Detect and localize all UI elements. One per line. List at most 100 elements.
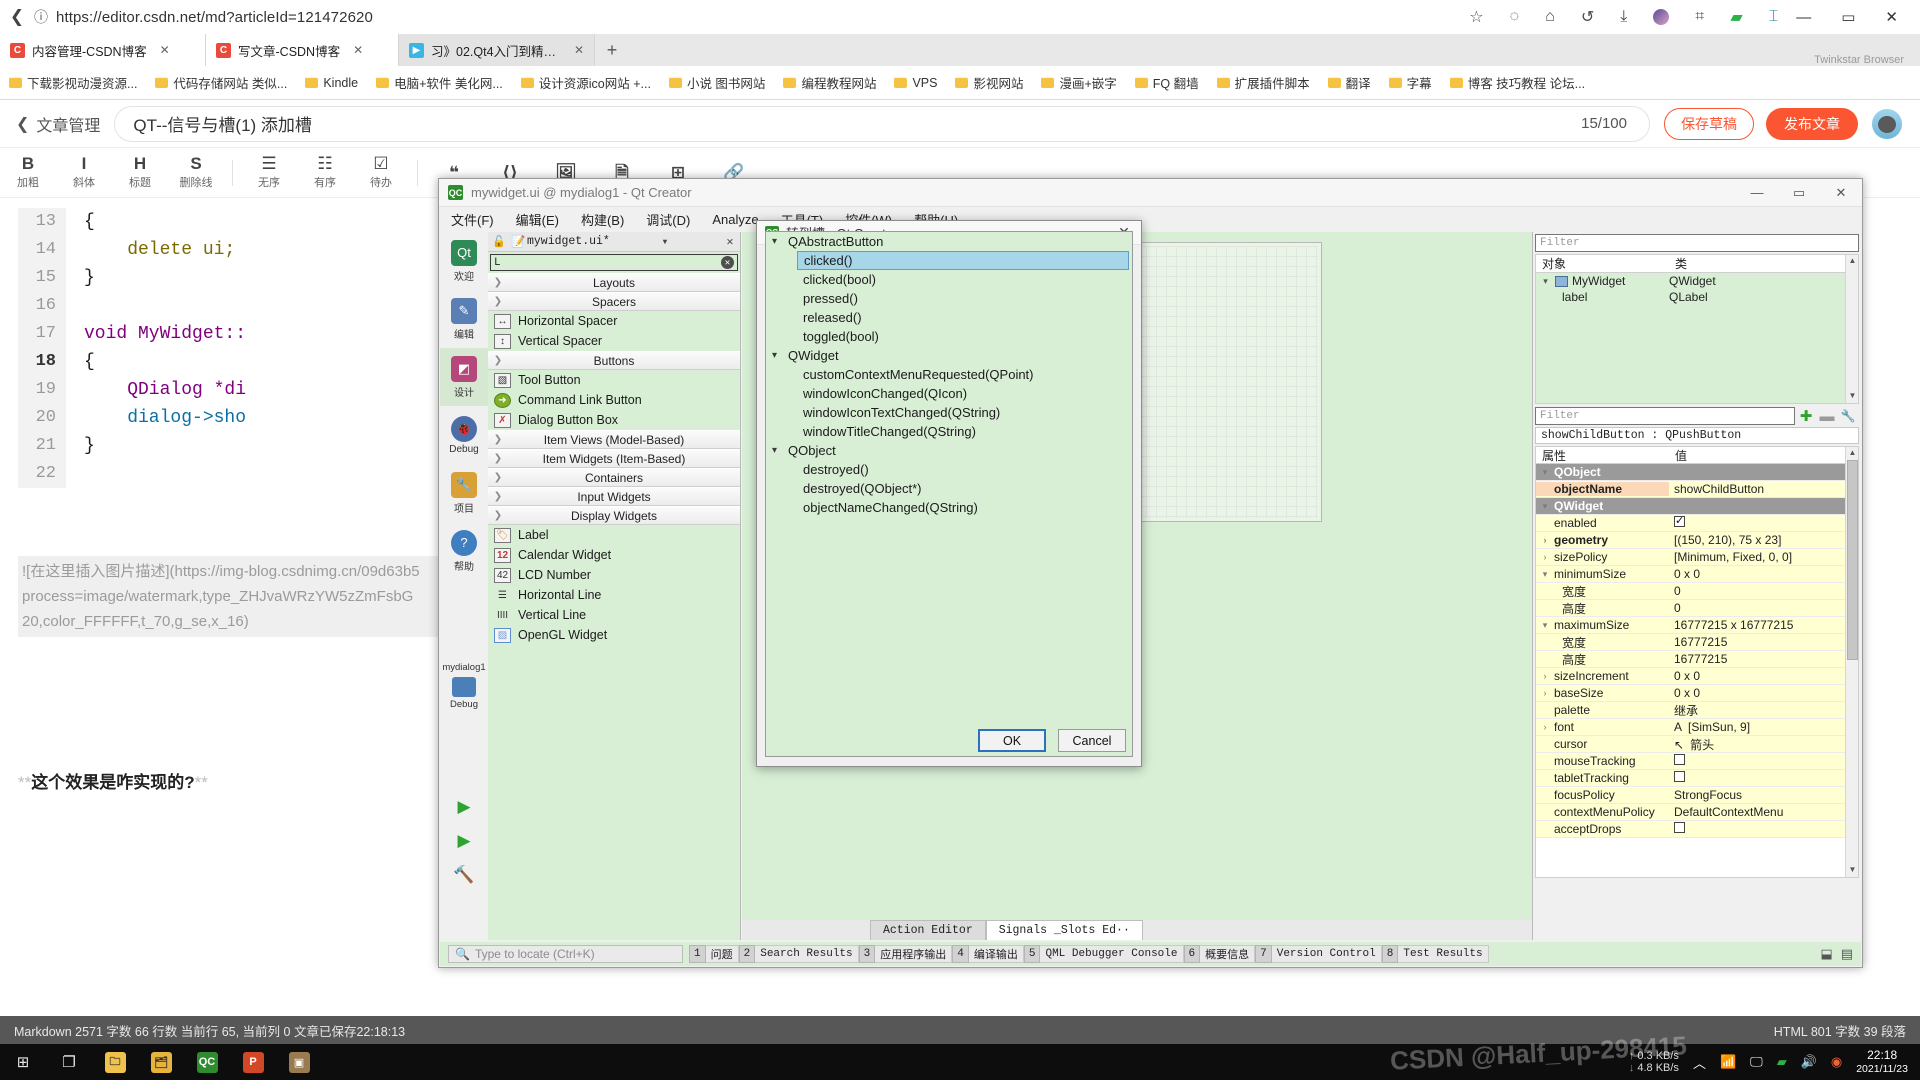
property-maximumsize-width[interactable]: 宽度 16777215: [1536, 634, 1845, 651]
output-pane-problems[interactable]: 1 问题: [689, 945, 739, 963]
bookmark-item[interactable]: 翻译: [1319, 73, 1380, 92]
property-maximumsize[interactable]: ▾ maximumSize 16777215 x 16777215: [1536, 617, 1845, 634]
signal-tree[interactable]: ▾ QAbstractButton clicked() clicked(bool)…: [765, 231, 1133, 757]
chevron-down-icon[interactable]: ▾: [656, 234, 674, 249]
widget-vertical-line[interactable]: IIII Vertical Line: [488, 605, 740, 625]
property-maximumsize-height[interactable]: 高度 16777215: [1536, 651, 1845, 668]
output-pane-summary[interactable]: 6 概要信息: [1183, 945, 1256, 963]
bookmark-item[interactable]: 编程教程网站: [774, 73, 885, 92]
toolbar-bold-button[interactable]: B 加粗: [0, 155, 56, 190]
menu-edit[interactable]: 编辑(E): [516, 210, 559, 229]
chevron-right-icon[interactable]: ›: [1539, 552, 1551, 562]
output-pane-test-results[interactable]: 8 Test Results: [1381, 945, 1489, 963]
bookmark-item[interactable]: 影视网站: [946, 73, 1032, 92]
widgetbox-category-item-widgets[interactable]: ❯ Item Widgets (Item-Based): [488, 449, 740, 468]
widgetbox-category-buttons[interactable]: ❯ Buttons: [488, 351, 740, 370]
bookmark-item[interactable]: 字幕: [1380, 73, 1441, 92]
widgetbox-category-containers[interactable]: ❯ Containers: [488, 468, 740, 487]
back-arrow-icon[interactable]: ❮: [0, 7, 34, 27]
debug-run-icon[interactable]: ▶: [440, 824, 488, 858]
chevron-down-icon[interactable]: ▾: [772, 236, 782, 247]
add-icon[interactable]: ✚: [1795, 407, 1817, 425]
bookmark-item[interactable]: 电脑+软件 美化网...: [367, 73, 512, 92]
property-minimumsize[interactable]: ▾ minimumSize 0 x 0: [1536, 566, 1845, 583]
split-pane-icon[interactable]: ▤: [1841, 946, 1853, 962]
widgetbox-category-item-views[interactable]: ❯ Item Views (Model-Based): [488, 430, 740, 449]
property-editor-scrollbar[interactable]: ▲ ▼: [1845, 447, 1858, 877]
antivirus-icon[interactable]: ◉: [1831, 1054, 1842, 1070]
property-group-qobject[interactable]: ▾ QObject: [1536, 464, 1845, 481]
output-pane-version-control[interactable]: 7 Version Control: [1255, 945, 1382, 963]
tab-action-editor[interactable]: Action Editor: [870, 920, 986, 940]
mode-welcome[interactable]: Qt 欢迎: [440, 232, 488, 290]
property-focuspolicy[interactable]: focusPolicy StrongFocus: [1536, 787, 1845, 804]
cancel-button[interactable]: Cancel: [1058, 729, 1126, 752]
article-title-input[interactable]: QT--信号与槽(1) 添加槽 15/100: [114, 105, 1650, 142]
remove-icon[interactable]: ▬: [1817, 408, 1837, 425]
widgetbox-filter-input[interactable]: L ✕: [490, 254, 738, 271]
close-icon[interactable]: ✕: [1885, 8, 1898, 26]
property-objectname[interactable]: objectName showChildButton: [1536, 481, 1845, 498]
clear-icon[interactable]: ✕: [721, 256, 734, 269]
mode-edit[interactable]: ✎ 编辑: [440, 290, 488, 348]
back-icon[interactable]: ❮: [16, 114, 29, 134]
property-minimumsize-height[interactable]: 高度 0: [1536, 600, 1845, 617]
property-font[interactable]: › font A [SimSun, 9]: [1536, 719, 1845, 736]
profile-icon[interactable]: [1653, 9, 1670, 25]
scroll-down-icon[interactable]: ▼: [1847, 865, 1858, 876]
chevron-right-icon[interactable]: ›: [1539, 688, 1551, 698]
chevron-down-icon[interactable]: ▾: [1539, 467, 1551, 478]
property-value[interactable]: 0: [1669, 584, 1845, 598]
checkbox-enabled[interactable]: [1674, 516, 1685, 527]
bookmark-item[interactable]: 小说 图书网站: [660, 73, 774, 92]
widget-horizontal-line[interactable]: ☰ Horizontal Line: [488, 585, 740, 605]
chevron-down-icon[interactable]: ▾: [1540, 276, 1551, 287]
property-basesize[interactable]: › baseSize 0 x 0: [1536, 685, 1845, 702]
property-sizeincrement[interactable]: › sizeIncrement 0 x 0: [1536, 668, 1845, 685]
chevron-down-icon[interactable]: ▾: [1539, 620, 1551, 631]
toolbar-ordered-list-button[interactable]: ☷ 有序: [297, 155, 353, 190]
toolbar-todo-list-button[interactable]: ☑ 待办: [353, 155, 409, 190]
chevron-up-icon[interactable]: ︿: [1693, 1053, 1706, 1072]
signal-item-pressed[interactable]: pressed(): [766, 289, 1132, 308]
lock-icon[interactable]: 🔓: [488, 235, 510, 249]
property-value[interactable]: showChildButton: [1669, 482, 1845, 496]
qt-creator-window[interactable]: QC mywidget.ui @ mydialog1 - Qt Creator …: [438, 178, 1863, 968]
scroll-down-icon[interactable]: ▼: [1847, 391, 1858, 402]
widgetbox-category-display-widgets[interactable]: ❯ Display Widgets: [488, 506, 740, 525]
history-icon[interactable]: ↺: [1581, 7, 1594, 27]
task-view-icon[interactable]: ❐: [46, 1044, 92, 1080]
property-acceptdrops[interactable]: acceptDrops: [1536, 821, 1845, 838]
chevron-down-icon[interactable]: ▾: [772, 445, 782, 456]
close-icon[interactable]: ✕: [353, 43, 363, 57]
widget-calendar[interactable]: 12 Calendar Widget: [488, 545, 740, 565]
taskbar-app-powerpoint[interactable]: P: [230, 1044, 276, 1080]
widgetbox-category-input-widgets[interactable]: ❯ Input Widgets: [488, 487, 740, 506]
kit-selector[interactable]: mydialog1 Debug: [440, 662, 488, 710]
ok-button[interactable]: OK: [978, 729, 1046, 752]
property-value[interactable]: 16777215: [1669, 652, 1845, 666]
object-row-mywidget[interactable]: ▾ MyWidget QWidget: [1536, 273, 1858, 289]
mode-projects[interactable]: 🔧 项目: [440, 464, 488, 522]
output-pane-app-output[interactable]: 3 应用程序输出: [858, 945, 953, 963]
star-icon[interactable]: ☆: [1469, 7, 1483, 27]
menu-analyze[interactable]: Analyze: [712, 212, 758, 227]
property-editor[interactable]: 属性 值 ▾ QObject objectName showChildButton …: [1535, 446, 1859, 878]
property-palette[interactable]: palette 继承: [1536, 702, 1845, 719]
save-draft-button[interactable]: 保存草稿: [1664, 107, 1754, 140]
taskbar-app-other[interactable]: ▣: [276, 1044, 322, 1080]
close-icon[interactable]: ✕: [720, 234, 740, 249]
bookmark-item[interactable]: 代码存储网站 类似...: [146, 73, 296, 92]
close-icon[interactable]: ✕: [1820, 179, 1862, 207]
property-value[interactable]: StrongFocus: [1669, 788, 1845, 802]
bookmark-item[interactable]: 漫画+嵌字: [1032, 73, 1125, 92]
home-icon[interactable]: ⌂: [1545, 8, 1555, 26]
run-icon[interactable]: ▶: [440, 790, 488, 824]
signal-item-windowicontextchanged[interactable]: windowIconTextChanged(QString): [766, 403, 1132, 422]
wechat-icon[interactable]: ▰: [1730, 7, 1742, 27]
menu-debug[interactable]: 调试(D): [646, 210, 690, 229]
property-minimumsize-width[interactable]: 宽度 0: [1536, 583, 1845, 600]
chevron-right-icon[interactable]: ›: [1539, 671, 1551, 681]
chevron-right-icon[interactable]: ›: [1539, 535, 1551, 545]
signal-item-windowiconchanged[interactable]: windowIconChanged(QIcon): [766, 384, 1132, 403]
